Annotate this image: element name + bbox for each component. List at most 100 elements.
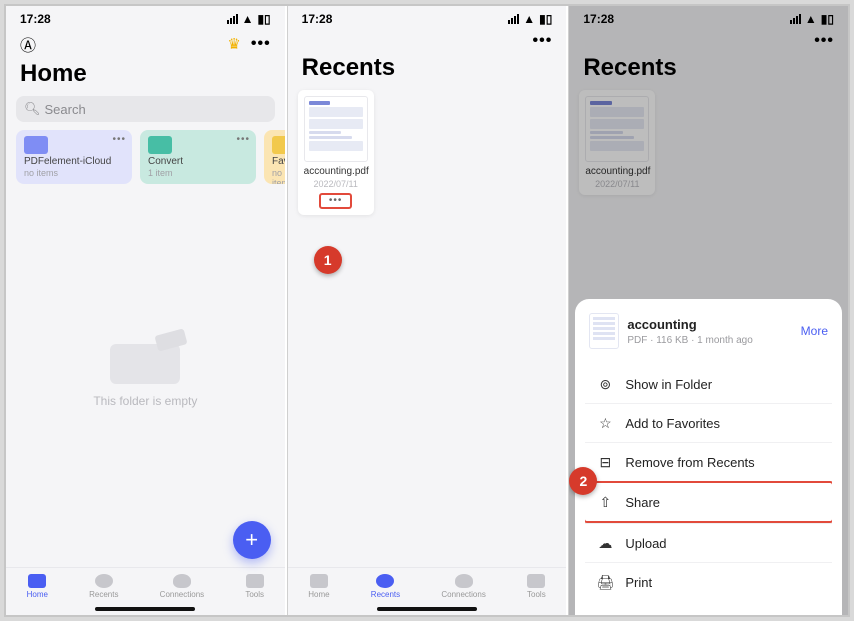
sheet-header: accounting PDF · 116 KB · 1 month ago Mo…	[575, 309, 842, 359]
action-sheet: accounting PDF · 116 KB · 1 month ago Mo…	[575, 299, 842, 615]
menu-remove-from-recents[interactable]: ⊟ Remove from Recents	[585, 442, 832, 481]
tab-label: Tools	[245, 590, 264, 599]
tab-recents[interactable]: Recents	[89, 574, 118, 599]
home-icon	[28, 574, 46, 588]
folder-name: PDFelement-iCloud	[24, 156, 124, 167]
folder-icon	[24, 136, 48, 154]
menu-label: Share	[625, 495, 660, 510]
tab-label: Home	[27, 590, 48, 599]
tab-tools[interactable]: Tools	[245, 574, 264, 599]
folder-more-icon[interactable]: •••	[236, 134, 250, 145]
action-menu: ⊚ Show in Folder ☆ Add to Favorites ⊟ Remov…	[585, 365, 832, 601]
status-bar: 17:28 ▲ ▮▯	[6, 6, 285, 28]
signal-icon	[227, 14, 238, 24]
folder-favorite[interactable]: Favorite no items	[264, 130, 285, 184]
menu-label: Add to Favorites	[625, 416, 720, 431]
tab-home[interactable]: Home	[308, 574, 329, 599]
menu-show-in-folder[interactable]: ⊚ Show in Folder	[585, 365, 832, 403]
tab-label: Recents	[89, 590, 118, 599]
tab-label: Recents	[371, 590, 400, 599]
menu-add-to-favorites[interactable]: ☆ Add to Favorites	[585, 403, 832, 442]
folder-name: Favorite	[272, 156, 285, 167]
folder-sub: no items	[272, 168, 285, 184]
menu-upload[interactable]: ☁ Upload	[585, 523, 832, 562]
home-indicator[interactable]	[95, 607, 195, 611]
sheet-thumbnail	[589, 313, 619, 349]
folder-pdfelement-icloud[interactable]: ••• PDFelement-iCloud no items	[16, 130, 132, 184]
plus-icon: +	[245, 527, 258, 553]
connections-icon	[173, 574, 191, 588]
status-time: 17:28	[302, 12, 333, 26]
menu-label: Upload	[625, 536, 666, 551]
crown-icon[interactable]: ♛	[227, 35, 240, 53]
tab-label: Tools	[527, 590, 546, 599]
annotation-label: 1	[324, 252, 332, 268]
remove-icon: ⊟	[597, 454, 613, 470]
recents-icon	[95, 574, 113, 588]
tab-label: Connections	[160, 590, 204, 599]
annotation-1: 1	[314, 246, 342, 274]
tab-tools[interactable]: Tools	[527, 574, 546, 599]
recents-icon	[376, 574, 394, 588]
menu-print[interactable]: 🖨︎ Print	[585, 562, 832, 601]
wifi-icon: ▲	[242, 12, 254, 26]
menu-label: Print	[625, 575, 652, 590]
star-icon: ☆	[597, 415, 613, 431]
upload-icon: ☁	[597, 535, 613, 551]
folder-sub: no items	[24, 168, 124, 178]
print-icon: 🖨︎	[597, 574, 613, 590]
folder-icon	[272, 136, 285, 154]
tab-connections[interactable]: Connections	[441, 574, 485, 599]
add-button[interactable]: +	[233, 521, 271, 559]
search-icon: 🔍︎	[24, 101, 41, 117]
sheet-more-link[interactable]: More	[801, 324, 828, 338]
empty-text: This folder is empty	[93, 394, 197, 408]
file-more-button[interactable]: •••	[319, 193, 353, 209]
empty-state: This folder is empty	[6, 184, 285, 567]
tab-recents[interactable]: Recents	[371, 574, 400, 599]
target-icon: ⊚	[597, 376, 613, 392]
account-icon[interactable]: Ⓐ	[20, 32, 36, 56]
tab-home[interactable]: Home	[27, 574, 48, 599]
folder-name: Convert	[148, 156, 248, 167]
status-bar: 17:28 ▲ ▮▯	[288, 6, 567, 28]
tab-connections[interactable]: Connections	[160, 574, 204, 599]
tab-label: Connections	[441, 590, 485, 599]
folder-sub: 1 item	[148, 168, 248, 178]
sheet-title: accounting	[627, 317, 752, 332]
battery-icon: ▮▯	[539, 12, 552, 26]
search-placeholder: Search	[45, 102, 86, 117]
wifi-icon: ▲	[523, 12, 535, 26]
more-icon[interactable]: •••	[251, 35, 271, 53]
screen-recents: 17:28 ▲ ▮▯ ••• Recents accounting.pdf 20…	[287, 6, 567, 615]
annotation-label: 2	[579, 473, 587, 489]
connections-icon	[455, 574, 473, 588]
home-indicator[interactable]	[377, 607, 477, 611]
share-icon: ⇧	[597, 494, 613, 510]
page-title: Recents	[288, 50, 567, 90]
folder-more-icon[interactable]: •••	[112, 134, 126, 145]
document-thumbnail	[304, 96, 368, 162]
empty-illustration	[110, 344, 180, 384]
tab-label: Home	[308, 590, 329, 599]
folder-convert[interactable]: ••• Convert 1 item	[140, 130, 256, 184]
battery-icon: ▮▯	[257, 12, 270, 26]
status-time: 17:28	[20, 12, 51, 26]
screen-recents-sheet: 17:28 ▲ ▮▯ ••• Recents accounting.pdf 20…	[568, 6, 848, 615]
status-indicators: ▲ ▮▯	[508, 12, 552, 26]
screen-home: 17:28 ▲ ▮▯ Ⓐ ♛ ••• Home 🔍︎ Search ••• PD…	[6, 6, 285, 615]
more-icon[interactable]: •••	[533, 32, 553, 50]
menu-label: Show in Folder	[625, 377, 712, 392]
folder-icon	[148, 136, 172, 154]
menu-label: Remove from Recents	[625, 455, 754, 470]
sheet-meta: PDF · 116 KB · 1 month ago	[627, 335, 752, 346]
home-icon	[310, 574, 328, 588]
tools-icon	[246, 574, 264, 588]
file-name: accounting.pdf	[304, 166, 368, 177]
menu-share[interactable]: ⇧ Share	[585, 481, 832, 523]
signal-icon	[508, 14, 519, 24]
search-input[interactable]: 🔍︎ Search	[16, 96, 275, 122]
tools-icon	[527, 574, 545, 588]
file-date: 2022/07/11	[304, 179, 368, 189]
file-card[interactable]: accounting.pdf 2022/07/11 •••	[298, 90, 374, 215]
